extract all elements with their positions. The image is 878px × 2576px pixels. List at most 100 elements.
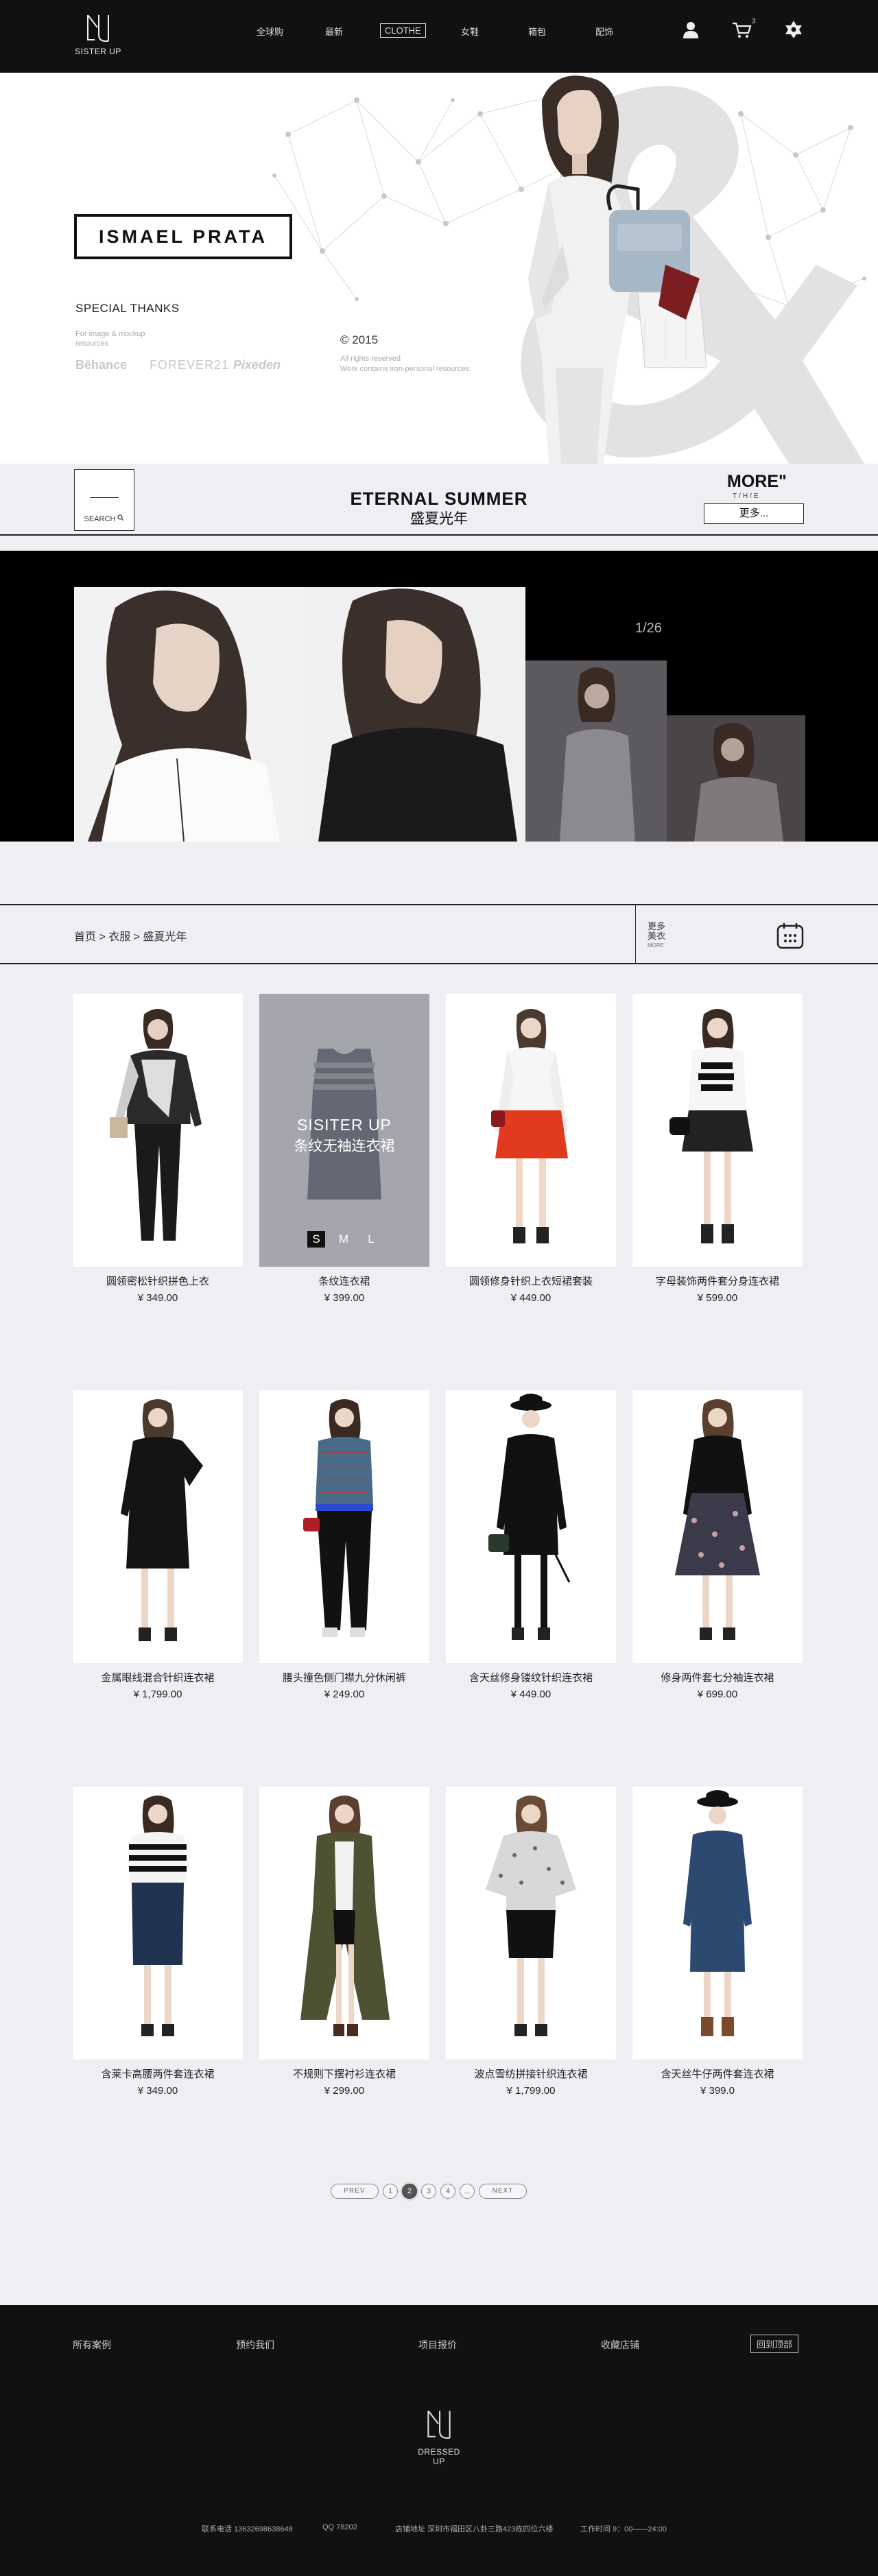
pagination-page-4[interactable]: 4	[440, 2184, 455, 2199]
more-button[interactable]: 更多...	[704, 503, 804, 524]
product-image[interactable]	[632, 994, 803, 1267]
product-image[interactable]	[446, 994, 616, 1267]
size-option-s[interactable]: S	[307, 1231, 325, 1248]
product-card[interactable]: 金属眼线混合针织连衣裙 ¥ 1,799.00	[73, 1390, 243, 1700]
product-photo	[669, 1009, 753, 1243]
product-photo	[491, 1009, 568, 1243]
nav-item-shoes[interactable]: 女鞋	[457, 23, 483, 39]
product-image[interactable]	[73, 1390, 243, 1663]
size-option-l[interactable]: L	[362, 1231, 380, 1248]
product-card[interactable]: 含天丝修身镂纹针织连衣裙 ¥ 449.00	[446, 1390, 616, 1700]
product-card[interactable]: 字母装饰两件套分身连衣裙 ¥ 599.00	[632, 994, 803, 1304]
pagination-page-1[interactable]: 1	[383, 2184, 398, 2199]
footer-qq: QQ 78202	[322, 2523, 357, 2531]
hero-model-photo	[528, 75, 707, 464]
product-name: 条纹连衣裙	[318, 1276, 370, 1287]
rights-line-1: All rights reserved	[340, 355, 401, 363]
cart-count-badge: 3	[752, 18, 756, 25]
product-photo	[303, 1399, 373, 1637]
more-side-label-2: 美衣	[648, 931, 666, 941]
product-name: 不规则下摆衬衫连衣裙	[292, 2068, 396, 2080]
product-photo	[129, 1796, 187, 2036]
photo-gallery: 1/26	[0, 551, 878, 842]
partner-behance-logo: Bēhance	[75, 358, 128, 372]
footer-link-booking[interactable]: 预约我们	[236, 2338, 274, 2352]
product-image[interactable]	[446, 1787, 616, 2060]
gallery-photo-3[interactable]	[525, 660, 667, 842]
footer-logo[interactable]: DRESSED UP	[412, 2408, 466, 2466]
calendar-icon[interactable]	[776, 922, 804, 949]
site-logo[interactable]: SISTER UP	[74, 12, 122, 56]
brand-name-box: ISMAEL PRATA	[74, 214, 292, 259]
partner-pixeden-logo: Pixeden	[233, 358, 281, 372]
product-card[interactable]: 圆领修身针织上衣短裙套装 ¥ 449.00	[446, 994, 616, 1304]
more-link[interactable]: 更多 美衣 MORE	[648, 922, 665, 951]
product-price: ¥ 249.00	[324, 1689, 365, 1700]
product-card[interactable]: 不规则下摆衬衫连衣裙 ¥ 299.00	[259, 1787, 429, 2097]
product-card[interactable]: 圆领密松针织拼色上衣 ¥ 349.00	[73, 994, 243, 1304]
product-photo	[486, 1796, 576, 2036]
product-card[interactable]: 含天丝牛仔两件套连衣裙 ¥ 399.0	[632, 1787, 803, 2097]
product-image[interactable]	[632, 1390, 803, 1663]
logo-text: SISTER UP	[75, 47, 121, 56]
footer-logo-mark-icon	[427, 2410, 451, 2439]
product-photo	[675, 1399, 760, 1640]
product-name: 修身两件套七分袖连衣裙	[661, 1672, 774, 1684]
product-name: 字母装饰两件套分身连衣裙	[655, 1276, 779, 1287]
product-photo	[110, 1009, 202, 1241]
copyright-year: © 2015	[340, 333, 379, 346]
product-card[interactable]: 腰头撞色侧门襟九分休闲裤 ¥ 249.00	[259, 1390, 429, 1700]
rights-line-2: Work contains iron-personal resources.	[340, 365, 472, 373]
settings-icon[interactable]	[783, 19, 804, 40]
nav-item-bags[interactable]: 箱包	[524, 23, 550, 39]
product-name: 金属眼线混合针织连衣裙	[101, 1672, 215, 1684]
pagination-prev[interactable]: PREV	[331, 2184, 379, 2199]
product-name: 圆领密松针织拼色上衣	[106, 1276, 209, 1287]
more-side-label-3: MORE	[648, 942, 664, 949]
hover-product-name: 条纹无袖连衣裙	[294, 1138, 395, 1154]
top-navigation: SISTER UP 全球购 最新 CLOTHE 女鞋 箱包 配饰 3	[0, 0, 878, 73]
product-image[interactable]: SISITER UP 条纹无袖连衣裙 S M L	[259, 994, 429, 1267]
nav-item-latest[interactable]: 最新	[321, 23, 347, 39]
size-option-m[interactable]: M	[335, 1231, 353, 1248]
footer-link-quote[interactable]: 项目报价	[418, 2338, 457, 2352]
product-image[interactable]	[446, 1390, 616, 1663]
nav-item-global[interactable]: 全球购	[252, 23, 287, 39]
product-card[interactable]: SISITER UP 条纹无袖连衣裙 S M L 条纹连衣裙 ¥ 399.00	[259, 994, 429, 1304]
gallery-photo-1[interactable]	[74, 587, 305, 842]
product-card[interactable]: 修身两件套七分袖连衣裙 ¥ 699.00	[632, 1390, 803, 1700]
footer-link-cases[interactable]: 所有案例	[73, 2338, 111, 2352]
breadcrumb-divider	[635, 905, 636, 964]
back-to-top-button[interactable]: 回到顶部	[750, 2335, 799, 2353]
site-footer: 所有案例 预约我们 项目报价 收藏店铺 回到顶部 DRESSED UP 联系电话…	[0, 2305, 878, 2576]
gallery-photo-4[interactable]	[667, 715, 805, 842]
cart-icon[interactable]	[731, 19, 752, 40]
product-image[interactable]	[259, 1787, 429, 2060]
product-price: ¥ 349.00	[137, 1292, 178, 1304]
product-card[interactable]: 波点雪纺拼接针织连衣裙 ¥ 1,799.00	[446, 1787, 616, 2097]
gallery-photo-2[interactable]	[305, 587, 525, 842]
breadcrumb[interactable]: 首页 > 衣服 > 盛夏光年	[74, 927, 187, 944]
product-price: ¥ 599.00	[697, 1292, 738, 1304]
product-image[interactable]	[632, 1787, 803, 2060]
footer-link-favorite[interactable]: 收藏店铺	[601, 2338, 639, 2352]
pagination-page-3[interactable]: 3	[421, 2184, 436, 2199]
pagination: PREV 1 2 3 4 ... NEXT	[331, 2184, 527, 2199]
product-name: 腰头撞色侧门襟九分休闲裤	[282, 1672, 406, 1684]
more-title: MORE"	[727, 472, 787, 491]
pagination-next[interactable]: NEXT	[479, 2184, 527, 2199]
collection-banner: SEARCH ETERNAL SUMMER 盛夏光年 MORE" T/H/E 更…	[0, 464, 878, 536]
pagination-page-2[interactable]: 2	[402, 2184, 417, 2199]
user-icon[interactable]	[680, 19, 701, 40]
nav-item-accessories[interactable]: 配饰	[591, 23, 617, 39]
product-price: ¥ 299.00	[324, 2085, 365, 2097]
product-photo	[488, 1394, 571, 1640]
size-selector: S M L	[307, 1231, 380, 1248]
product-price: ¥ 1,799.00	[506, 2085, 556, 2097]
product-image[interactable]	[73, 1787, 243, 2060]
product-image[interactable]	[73, 994, 243, 1267]
product-image[interactable]	[259, 1390, 429, 1663]
product-price: ¥ 449.00	[510, 1689, 551, 1700]
nav-item-clothe[interactable]: CLOTHE	[380, 23, 426, 38]
product-card[interactable]: 含莱卡高腰两件套连衣裙 ¥ 349.00	[73, 1787, 243, 2097]
